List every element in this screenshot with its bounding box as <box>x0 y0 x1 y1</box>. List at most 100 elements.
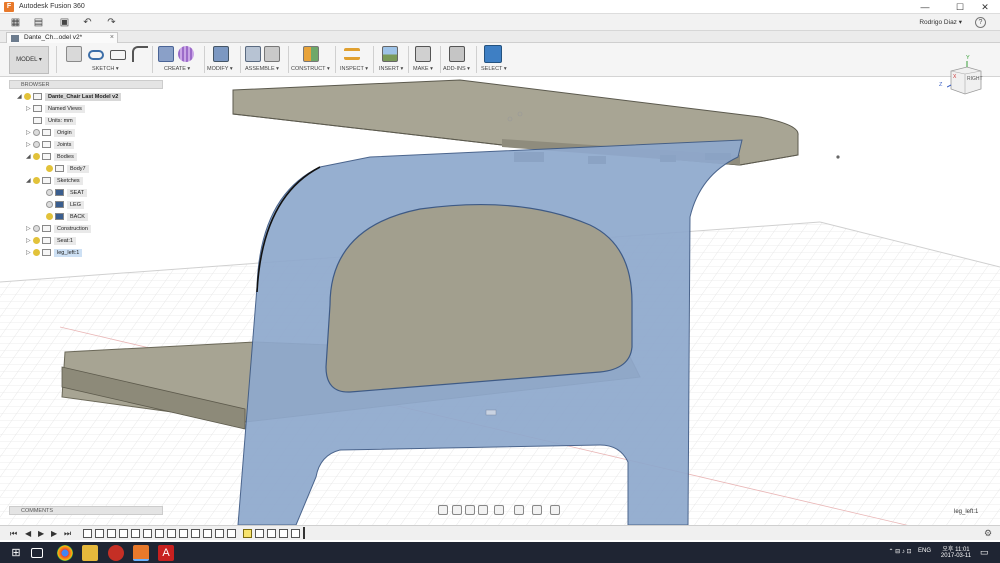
extrude-icon[interactable] <box>158 46 174 62</box>
measure-icon[interactable] <box>344 48 360 60</box>
tab-close-icon[interactable]: × <box>110 33 114 43</box>
step-forward-icon[interactable]: ▶ <box>51 530 57 538</box>
fusion-taskbar-icon[interactable] <box>133 545 149 561</box>
item-label[interactable]: Construction <box>54 224 91 233</box>
help-icon[interactable]: ? <box>975 17 986 28</box>
user-menu[interactable]: Rodrigo Diaz ▾ <box>919 18 962 26</box>
timeline-feature[interactable] <box>291 529 300 538</box>
item-label[interactable]: Bodies <box>54 152 77 161</box>
timeline-feature[interactable] <box>179 529 188 538</box>
browser-item-bodies[interactable]: ◢ Bodies <box>26 152 77 161</box>
visibility-icon[interactable] <box>33 141 40 148</box>
visibility-icon[interactable] <box>33 177 40 184</box>
collapsed-icon[interactable]: ▷ <box>26 225 33 232</box>
display-settings-icon[interactable] <box>514 505 524 515</box>
visibility-icon[interactable] <box>33 225 40 232</box>
workspace-switcher[interactable]: MODEL ▾ <box>9 46 49 74</box>
collapsed-icon[interactable]: ▷ <box>26 129 33 136</box>
create-form-icon[interactable] <box>178 46 194 62</box>
close-window-button[interactable]: ✕ <box>970 0 1000 14</box>
clock-time[interactable]: 오후 11:01 <box>936 544 976 553</box>
notifications-icon[interactable]: ▭ <box>980 547 989 558</box>
root-label[interactable]: Dante_Chair Last Model v2 <box>45 92 122 101</box>
assemble-group[interactable]: ASSEMBLE ▾ <box>243 46 287 75</box>
browser-item-named-views[interactable]: ▷ Named Views <box>26 104 85 113</box>
orbit-icon[interactable] <box>438 505 448 515</box>
viewports-icon[interactable] <box>550 505 560 515</box>
construct-group[interactable]: CONSTRUCT ▾ <box>291 46 331 75</box>
go-to-end-icon[interactable]: ⏭ <box>64 530 71 538</box>
create-group[interactable]: CREATE ▾ <box>156 46 200 75</box>
timeline-feature-selected[interactable] <box>243 529 252 538</box>
fit-icon[interactable] <box>494 505 504 515</box>
offset-plane-icon[interactable] <box>303 46 319 62</box>
minimize-button[interactable]: — <box>910 0 940 14</box>
timeline-feature[interactable] <box>155 529 164 538</box>
timeline-feature[interactable] <box>267 529 276 538</box>
step-back-icon[interactable]: ◀ <box>25 530 31 538</box>
item-label[interactable]: LEG <box>67 200 85 209</box>
start-icon[interactable]: ⊞ <box>8 545 24 561</box>
browser-item-joints[interactable]: ▷ Joints <box>26 140 75 149</box>
item-label[interactable]: Sketches <box>54 176 83 185</box>
visibility-icon[interactable] <box>46 189 53 196</box>
visibility-icon[interactable] <box>46 213 53 220</box>
item-label[interactable]: Named Views <box>45 104 85 113</box>
autocad-icon[interactable]: A <box>158 545 174 561</box>
timeline-feature[interactable] <box>215 529 224 538</box>
timeline-feature[interactable] <box>107 529 116 538</box>
modify-group[interactable]: MODIFY ▾ <box>207 46 239 75</box>
item-label[interactable]: Joints <box>54 140 75 149</box>
redo-icon[interactable]: ↷ <box>106 17 117 28</box>
zoom-icon[interactable] <box>478 505 488 515</box>
timeline-marker[interactable] <box>303 527 305 539</box>
timeline-feature[interactable] <box>167 529 176 538</box>
file-menu-icon[interactable]: ▤ <box>33 17 44 28</box>
file-explorer-icon[interactable] <box>82 545 98 561</box>
item-label[interactable]: Units: mm <box>45 116 76 125</box>
item-label[interactable]: Seat:1 <box>54 236 76 245</box>
joint-icon[interactable] <box>264 46 280 62</box>
play-icon[interactable]: ▶ <box>38 530 44 538</box>
insert-group[interactable]: INSERT ▾ <box>376 46 406 75</box>
collapsed-icon[interactable]: ▷ <box>26 105 33 112</box>
timeline-feature[interactable] <box>203 529 212 538</box>
timeline-settings-icon[interactable]: ⚙ <box>984 528 992 539</box>
visibility-icon[interactable] <box>33 129 40 136</box>
browser-item-units[interactable]: Units: mm <box>33 116 76 125</box>
item-label[interactable]: SEAT <box>67 188 87 197</box>
tray-icons[interactable]: ⌃ ⊟ ♪ ⊡ <box>880 548 920 555</box>
grid-menu-icon[interactable]: ▦ <box>10 17 21 28</box>
timeline-feature[interactable] <box>255 529 264 538</box>
clock-date[interactable]: 2017-03-11 <box>936 553 976 559</box>
timeline-feature[interactable] <box>119 529 128 538</box>
timeline-feature[interactable] <box>83 529 92 538</box>
collapsed-icon[interactable]: ▷ <box>26 249 33 256</box>
visibility-icon[interactable] <box>33 237 40 244</box>
go-to-start-icon[interactable]: ⏮ <box>10 530 17 538</box>
expanded-icon[interactable]: ◢ <box>26 177 33 184</box>
select-group[interactable]: SELECT ▾ <box>478 45 510 75</box>
browser-item-construction[interactable]: ▷ Construction <box>26 224 91 233</box>
chrome-icon[interactable] <box>57 545 73 561</box>
timeline-feature[interactable] <box>191 529 200 538</box>
browser-item-body7[interactable]: Body7 <box>46 164 89 173</box>
addins-group[interactable]: ADD-INS ▾ <box>442 46 474 75</box>
visibility-icon[interactable] <box>46 201 53 208</box>
scripts-icon[interactable] <box>449 46 465 62</box>
task-view-icon[interactable] <box>31 548 43 558</box>
browser-item-sketch-leg[interactable]: LEG <box>46 200 85 209</box>
language-indicator[interactable]: ENG <box>918 548 931 554</box>
insert-image-icon[interactable] <box>382 46 398 62</box>
view-cube-face-label[interactable]: RIGHT <box>967 76 983 82</box>
expanded-icon[interactable]: ◢ <box>26 153 33 160</box>
press-pull-icon[interactable] <box>213 46 229 62</box>
3d-print-icon[interactable] <box>415 46 431 62</box>
expand-icon[interactable]: ◢ <box>17 93 24 100</box>
item-label[interactable]: leg_left:1 <box>54 248 83 257</box>
browser-item-sketches[interactable]: ◢ Sketches <box>26 176 83 185</box>
create-sketch-icon[interactable] <box>66 46 82 62</box>
visibility-icon[interactable] <box>24 93 31 100</box>
collapsed-icon[interactable]: ▷ <box>26 237 33 244</box>
browser-root[interactable]: ◢ Dante_Chair Last Model v2 <box>17 92 122 101</box>
